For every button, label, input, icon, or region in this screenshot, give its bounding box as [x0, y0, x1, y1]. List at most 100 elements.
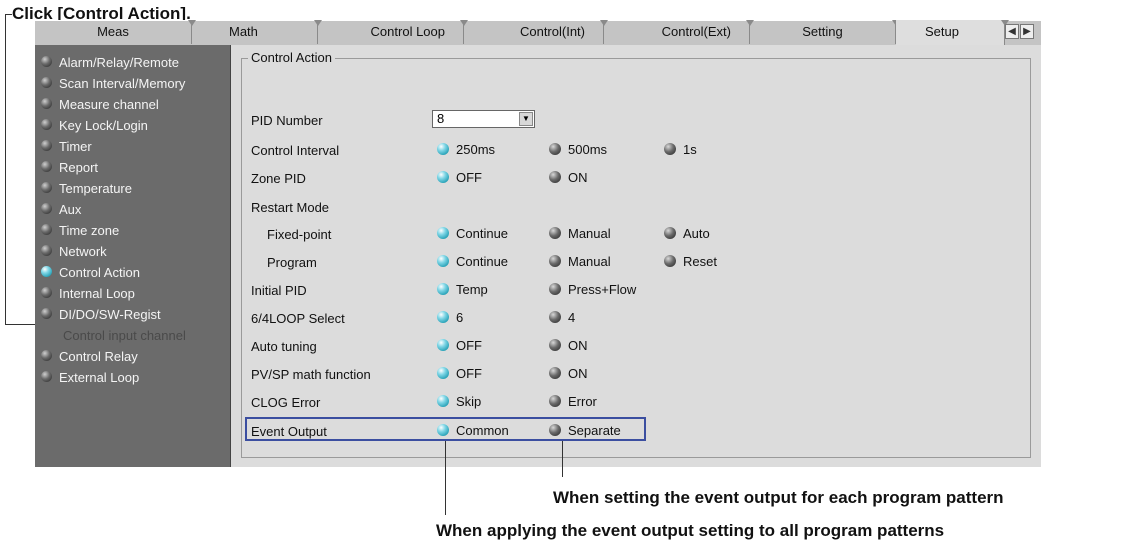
control-interval-option-500ms[interactable]: 500ms [549, 142, 649, 158]
radio-icon [41, 224, 52, 235]
radio-icon [549, 367, 561, 379]
option-label: Manual [568, 254, 611, 269]
option-label: ON [568, 366, 588, 381]
radio-selected-icon [437, 283, 449, 295]
radio-icon [41, 98, 52, 109]
menu-item-control-relay[interactable]: Control Relay [35, 346, 230, 367]
radio-icon [41, 203, 52, 214]
radio-icon [41, 287, 52, 298]
menu-item-label: Alarm/Relay/Remote [59, 55, 179, 70]
option-label: 500ms [568, 142, 608, 157]
radio-selected-icon [41, 266, 52, 277]
radio-icon [549, 339, 561, 351]
radio-selected-icon [437, 255, 449, 267]
auto-tuning-option-on[interactable]: ON [549, 338, 649, 354]
zone-pid-option-off[interactable]: OFF [437, 170, 537, 186]
radio-selected-icon [437, 395, 449, 407]
menu-item-label: Temperature [59, 181, 132, 196]
radio-icon [41, 119, 52, 130]
menu-item-measure-channel[interactable]: Measure channel [35, 94, 230, 115]
menu-item-timer[interactable]: Timer [35, 136, 230, 157]
radio-icon [549, 171, 561, 183]
tab-setting[interactable]: Setting [750, 20, 896, 44]
menu-item-key-lock-login[interactable]: Key Lock/Login [35, 115, 230, 136]
pv-sp-math-function-option-off[interactable]: OFF [437, 366, 537, 382]
6-4loop-select-option-6[interactable]: 6 [437, 310, 537, 326]
tab-control-int[interactable]: Control(Int) [464, 20, 604, 44]
option-label: OFF [456, 338, 482, 353]
radio-selected-icon [437, 227, 449, 239]
tab-math[interactable]: Math [192, 20, 318, 44]
option-label: OFF [456, 366, 482, 381]
callout-line-separate [562, 441, 563, 477]
clog-error-option-error[interactable]: Error [549, 394, 649, 410]
radio-icon [549, 227, 561, 239]
program-option-reset[interactable]: Reset [664, 254, 764, 270]
menu-item-label: Aux [59, 202, 82, 217]
callout-line-common [445, 441, 446, 515]
menu-item-label: External Loop [59, 370, 140, 385]
tab-setup[interactable]: Setup [896, 20, 1005, 46]
pid-number-select[interactable]: 8 ▼ [432, 110, 535, 128]
radio-icon [41, 308, 52, 319]
tab-scroll-right-icon[interactable]: ▶ [1020, 24, 1034, 39]
control-interval-option-250ms[interactable]: 250ms [437, 142, 537, 158]
pid-number-value: 8 [437, 111, 445, 126]
program-option-continue[interactable]: Continue [437, 254, 537, 270]
menu-item-control-action[interactable]: Control Action [35, 262, 230, 283]
menu-item-label: DI/DO/SW-Regist [59, 307, 161, 322]
tab-meas[interactable]: Meas [35, 20, 192, 44]
6-4loop-select-option-4[interactable]: 4 [549, 310, 649, 326]
menu-item-alarm-relay-remote[interactable]: Alarm/Relay/Remote [35, 52, 230, 73]
radio-icon [549, 395, 561, 407]
option-label: Reset [683, 254, 717, 269]
zone-pid-option-on[interactable]: ON [549, 170, 649, 186]
pv-sp-math-function-label: PV/SP math function [251, 367, 371, 382]
radio-icon [549, 283, 561, 295]
menu-item-di-do-sw-regist[interactable]: DI/DO/SW-Regist [35, 304, 230, 325]
option-label: 4 [568, 310, 576, 325]
menu-item-time-zone[interactable]: Time zone [35, 220, 230, 241]
option-label: Skip [456, 394, 482, 409]
program-option-manual[interactable]: Manual [549, 254, 649, 270]
menu-item-external-loop[interactable]: External Loop [35, 367, 230, 388]
menu-item-label: Internal Loop [59, 286, 135, 301]
callout-common: When applying the event output setting t… [436, 521, 945, 540]
fixed-point-option-manual[interactable]: Manual [549, 226, 649, 242]
radio-icon [664, 255, 676, 267]
option-label: Auto [683, 226, 710, 241]
tab-scroll-left-icon[interactable]: ◀ [1005, 24, 1019, 39]
callout-line [5, 14, 12, 15]
menu-item-network[interactable]: Network [35, 241, 230, 262]
menu-item-label: Key Lock/Login [59, 118, 148, 133]
menu-item-aux[interactable]: Aux [35, 199, 230, 220]
option-label: Continue [456, 226, 509, 241]
radio-icon [664, 143, 676, 155]
radio-selected-icon [437, 143, 449, 155]
control-interval-option-1s[interactable]: 1s [664, 142, 764, 158]
radio-selected-icon [437, 339, 449, 351]
option-label: 1s [683, 142, 697, 157]
tab-control-loop[interactable]: Control Loop [318, 20, 464, 44]
fixed-point-option-auto[interactable]: Auto [664, 226, 764, 242]
fixed-point-option-continue[interactable]: Continue [437, 226, 537, 242]
menu-item-temperature[interactable]: Temperature [35, 178, 230, 199]
menu-item-label: Timer [59, 139, 92, 154]
tab-control-ext[interactable]: Control(Ext) [604, 20, 750, 44]
initial-pid-option-press-flow[interactable]: Press+Flow [549, 282, 649, 298]
initial-pid-label: Initial PID [251, 283, 307, 298]
menu-item-label: Control input channel [63, 328, 186, 343]
menu-item-internal-loop[interactable]: Internal Loop [35, 283, 230, 304]
control-interval-label: Control Interval [251, 143, 340, 158]
initial-pid-option-temp[interactable]: Temp [437, 282, 537, 298]
radio-icon [664, 227, 676, 239]
radio-icon [41, 182, 52, 193]
menu-item-scan-interval-memory[interactable]: Scan Interval/Memory [35, 73, 230, 94]
clog-error-option-skip[interactable]: Skip [437, 394, 537, 410]
chevron-down-icon[interactable]: ▼ [519, 112, 533, 126]
auto-tuning-option-off[interactable]: OFF [437, 338, 537, 354]
zone-pid-label: Zone PID [251, 171, 306, 186]
menu-item-report[interactable]: Report [35, 157, 230, 178]
option-label: Manual [568, 226, 611, 241]
pv-sp-math-function-option-on[interactable]: ON [549, 366, 649, 382]
